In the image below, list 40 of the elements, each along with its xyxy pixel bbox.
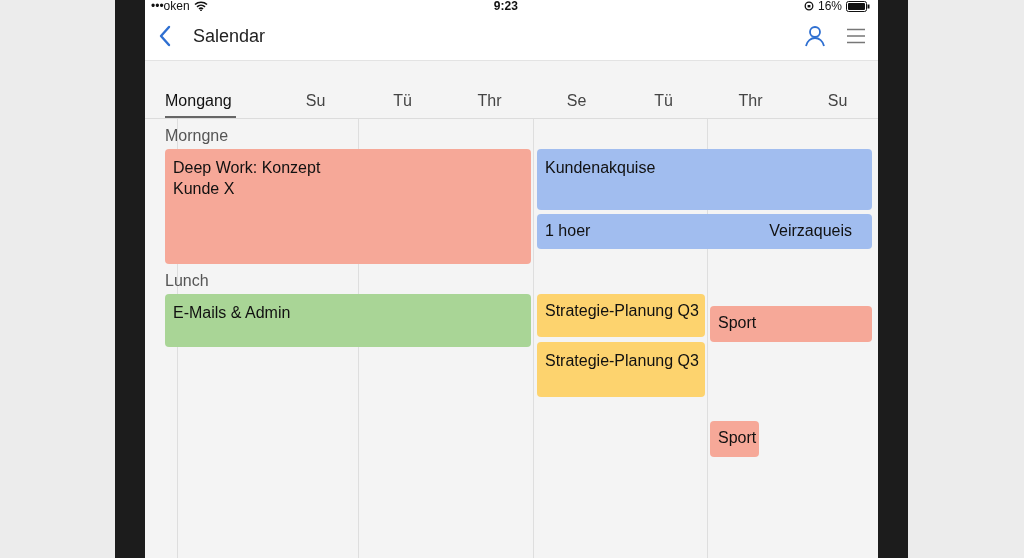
event-title: Deep Work: Konzept Kunde X: [173, 158, 321, 199]
menu-icon: [846, 28, 866, 44]
section-label: Morngne: [165, 127, 229, 145]
day-tab[interactable]: Tü: [620, 92, 707, 118]
rotation-lock-icon: [803, 1, 814, 11]
battery-percent: 16%: [817, 0, 842, 12]
day-tab[interactable]: Se: [533, 92, 620, 118]
event-block[interactable]: Strategie-Planung Q3: [537, 342, 705, 397]
event-block[interactable]: E-Mails & Admin: [165, 294, 531, 347]
event-block[interactable]: Deep Work: Konzept Kunde X: [165, 149, 531, 264]
event-title: Sport: [718, 313, 757, 333]
event-block[interactable]: Strategie-Planung Q3: [537, 294, 705, 337]
day-tab[interactable]: Thr: [707, 92, 794, 118]
day-tab[interactable]: Mongang: [165, 92, 236, 118]
back-button[interactable]: [157, 23, 173, 49]
wifi-icon: [193, 1, 208, 11]
section-label: Lunch: [165, 272, 209, 290]
status-time: 9:23: [493, 0, 518, 12]
event-detail: Veirzaqueis: [769, 221, 852, 241]
day-tab[interactable]: Su: [272, 92, 359, 118]
menu-button[interactable]: [844, 26, 868, 46]
chevron-left-icon: [159, 25, 171, 47]
day-tab[interactable]: Su: [794, 92, 881, 118]
event-title: Strategie-Planung Q3: [545, 301, 699, 321]
event-title: Strategie-Planung Q3: [545, 351, 699, 371]
event-block[interactable]: Sport: [710, 421, 759, 457]
event-block[interactable]: Kundenakquise: [537, 149, 872, 210]
day-tab[interactable]: Tü: [359, 92, 446, 118]
person-icon: [804, 25, 826, 47]
event-title: Kundenakquise: [545, 158, 656, 178]
nav-title: Salendar: [193, 25, 266, 47]
event-block[interactable]: Sport: [710, 306, 872, 342]
event-block[interactable]: 1 hoer Veirzaqueis: [537, 214, 872, 249]
event-title: E-Mails & Admin: [173, 303, 291, 323]
event-title: 1 hoer: [545, 221, 591, 241]
battery-icon: [846, 0, 870, 12]
event-title: Sport: [718, 428, 757, 448]
carrier-text: •••oken: [151, 0, 190, 12]
day-tab[interactable]: Thr: [446, 92, 533, 118]
profile-button[interactable]: [802, 23, 828, 49]
